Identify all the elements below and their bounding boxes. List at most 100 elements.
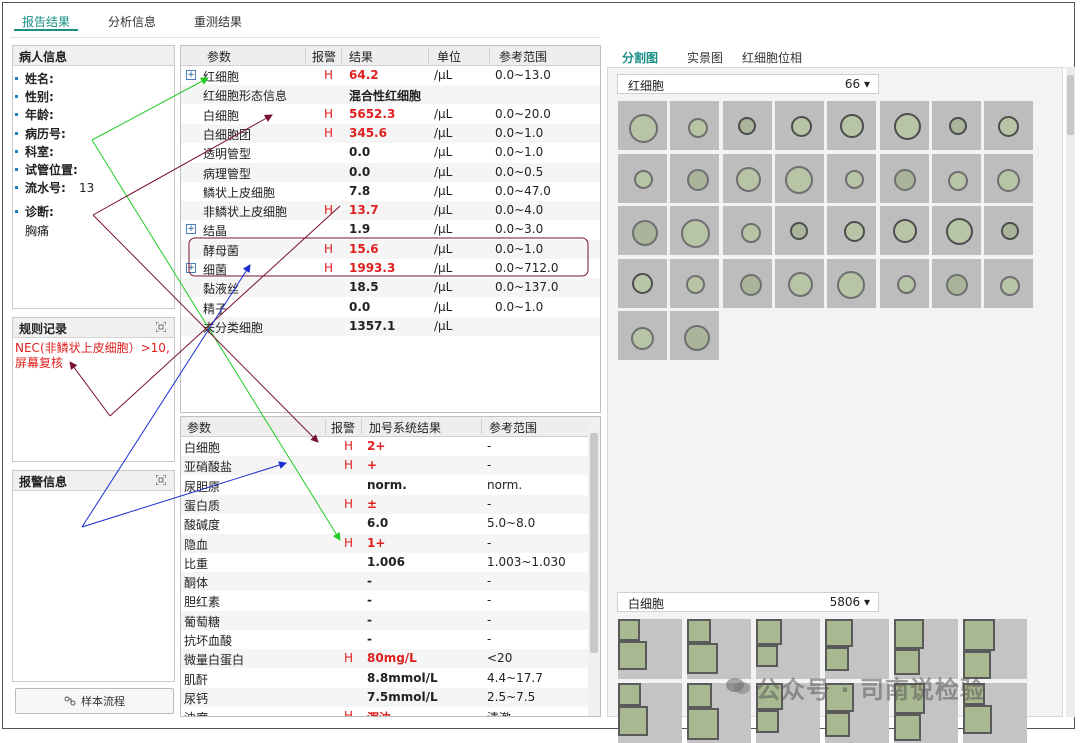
rbc-image-tile[interactable] xyxy=(984,206,1034,255)
rbc-image-tile[interactable] xyxy=(879,101,929,150)
chemistry-scrollbar[interactable] xyxy=(588,417,600,716)
chemistry-row[interactable]: 抗坏血酸 - - xyxy=(181,630,588,649)
row-result: 1.006 xyxy=(367,554,405,569)
sediment-row[interactable]: + 红细胞 H 64.2/μL 0.0~13.0 xyxy=(181,66,600,85)
rbc-image-tile[interactable] xyxy=(984,258,1034,308)
sediment-row[interactable]: 白细胞 H 5652.3/μL 0.0~20.0 xyxy=(181,105,600,124)
row-param: 酸碱度 xyxy=(184,518,221,533)
cell-shape xyxy=(996,169,1020,192)
rbc-image-tile[interactable] xyxy=(774,101,824,150)
expand-icon[interactable] xyxy=(156,475,166,485)
rbc-category-selector[interactable]: 红细胞 66 ▾ xyxy=(617,74,879,94)
row-unit: /μL xyxy=(434,145,453,160)
rbc-image-tile[interactable] xyxy=(931,258,981,308)
rbc-image-tile[interactable] xyxy=(774,153,824,203)
tab-retest-results[interactable]: 重测结果 xyxy=(186,6,250,31)
cell-shape xyxy=(897,275,916,294)
tab-report-results[interactable]: 报告结果 xyxy=(14,6,79,31)
rbc-image-tile[interactable] xyxy=(618,101,667,150)
sediment-row[interactable]: 红细胞形态信息 混合性红细胞 xyxy=(181,85,600,105)
sediment-row[interactable]: + 结晶 1.9/μL 0.0~3.0 xyxy=(181,220,600,239)
chemistry-table-header: 参数 报警 加号系统结果 参考范围 xyxy=(181,417,600,437)
rbc-image-tile[interactable] xyxy=(618,153,667,203)
rbc-image-tile[interactable] xyxy=(879,206,929,255)
tab-analysis-info[interactable]: 分析信息 xyxy=(100,6,164,31)
row-result: + xyxy=(367,458,378,473)
sediment-row[interactable]: 透明管型 0.0/μL 0.0~1.0 xyxy=(181,143,600,162)
chemistry-row[interactable]: 酸碱度 6.0 5.0~8.0 xyxy=(181,514,588,533)
rbc-image-tile[interactable] xyxy=(670,206,720,255)
rbc-category-name: 红细胞 xyxy=(628,79,665,93)
rbc-image-tile[interactable] xyxy=(984,101,1034,150)
rbc-image-tile[interactable] xyxy=(827,101,877,150)
row-param: 未分类细胞 xyxy=(203,320,264,335)
sample-flow-button[interactable]: 样本流程 xyxy=(15,688,174,714)
expand-icon[interactable] xyxy=(156,322,166,332)
chemistry-row[interactable]: 浊度 H 浑浊 清澈 xyxy=(181,707,588,716)
row-range: 0.0~20.0 xyxy=(495,106,551,121)
patient-field: 姓名: xyxy=(13,70,174,88)
chemistry-row[interactable]: 亚硝酸盐 H + - xyxy=(181,456,588,476)
gallery-scrollbar[interactable] xyxy=(1066,67,1075,717)
rbc-image-tile[interactable] xyxy=(879,258,929,308)
rbc-image-tile[interactable] xyxy=(618,258,667,308)
rbc-image-tile[interactable] xyxy=(931,153,981,203)
rbc-image-tile[interactable] xyxy=(670,258,720,308)
row-range: 0.0~1.0 xyxy=(495,299,544,314)
sediment-row[interactable]: 鳞状上皮细胞 7.8/μL 0.0~47.0 xyxy=(181,182,600,201)
rbc-image-tile[interactable] xyxy=(670,153,720,203)
rule-record-title: 规则记录 xyxy=(13,318,174,338)
rbc-image-tile[interactable] xyxy=(984,153,1034,203)
chemistry-row[interactable]: 葡萄糖 - - xyxy=(181,610,588,630)
rbc-image-tile[interactable] xyxy=(722,101,772,150)
rbc-image-tile[interactable] xyxy=(931,101,981,150)
sediment-row[interactable]: 未分类细胞 1357.1/μL xyxy=(181,316,600,337)
expand-plus-icon[interactable]: + xyxy=(186,263,196,273)
chemistry-row[interactable]: 比重 1.006 1.003~1.030 xyxy=(181,553,588,572)
rbc-image-tile[interactable] xyxy=(931,206,981,255)
rbc-image-tile[interactable] xyxy=(879,153,929,203)
rbc-image-tile[interactable] xyxy=(618,311,667,360)
chemistry-row[interactable]: 微量白蛋白 H 80mg/L <20 xyxy=(181,649,588,669)
rbc-image-tile[interactable] xyxy=(774,206,824,255)
rbc-image-tile[interactable] xyxy=(827,206,877,255)
tab-rbc-phase[interactable]: 红细胞位相 xyxy=(742,49,802,66)
expand-plus-icon[interactable]: + xyxy=(186,224,196,235)
chemistry-row[interactable]: 尿钙 7.5mmol/L 2.5~7.5 xyxy=(181,687,588,708)
sediment-row[interactable]: 病理管型 0.0/μL 0.0~0.5 xyxy=(181,162,600,182)
row-result: norm. xyxy=(367,477,407,492)
chemistry-row[interactable]: 胆红素 - - xyxy=(181,591,588,610)
wbc-category-selector[interactable]: 白细胞 5806 ▾ xyxy=(617,592,879,612)
chemistry-row[interactable]: 蛋白质 H ± - xyxy=(181,494,588,515)
chemistry-row[interactable]: 白细胞 H 2+ - xyxy=(181,437,588,456)
rbc-image-tile[interactable] xyxy=(774,258,824,308)
sediment-row[interactable]: 黏液丝 18.5/μL 0.0~137.0 xyxy=(181,278,600,298)
sediment-row[interactable]: 酵母菌 H 15.6/μL 0.0~1.0 xyxy=(181,239,600,259)
wbc-image-tile[interactable] xyxy=(618,619,682,679)
sediment-row[interactable]: 精子 0.0/μL 0.0~1.0 xyxy=(181,298,600,317)
rbc-image-tile[interactable] xyxy=(670,101,720,150)
rbc-image-tile[interactable] xyxy=(722,153,772,203)
rbc-image-tile[interactable] xyxy=(827,153,877,203)
cell-shape xyxy=(687,643,718,674)
chemistry-row[interactable]: 肌酐 8.8mmol/L 4.4~17.7 xyxy=(181,669,588,688)
sediment-row[interactable]: + 细菌 H 1993.3/μL 0.0~712.0 xyxy=(181,259,600,278)
row-range: 0.0~4.0 xyxy=(495,203,544,218)
sediment-row[interactable]: 白细胞团 H 345.6/μL 0.0~1.0 xyxy=(181,123,600,144)
tab-real-image[interactable]: 实景图 xyxy=(687,49,723,66)
cell-shape xyxy=(840,114,865,138)
rbc-image-tile[interactable] xyxy=(722,206,772,255)
rbc-image-tile[interactable] xyxy=(827,258,877,308)
cell-shape xyxy=(825,619,853,647)
sediment-row[interactable]: 非鳞状上皮细胞 H 13.7/μL 0.0~4.0 xyxy=(181,201,600,221)
expand-plus-icon[interactable]: + xyxy=(186,70,196,80)
tab-segmented-image[interactable]: 分割图 xyxy=(622,49,658,66)
rbc-image-tile[interactable] xyxy=(670,311,720,360)
chemistry-row[interactable]: 隐血 H 1+ - xyxy=(181,533,588,553)
chemistry-row[interactable]: 酮体 - - xyxy=(181,572,588,592)
rbc-image-tile[interactable] xyxy=(722,258,772,308)
rbc-image-tile[interactable] xyxy=(618,206,667,255)
wbc-image-tile[interactable] xyxy=(618,683,682,743)
cell-shape xyxy=(756,619,782,645)
chemistry-row[interactable]: 尿胆原 norm. norm. xyxy=(181,476,588,495)
